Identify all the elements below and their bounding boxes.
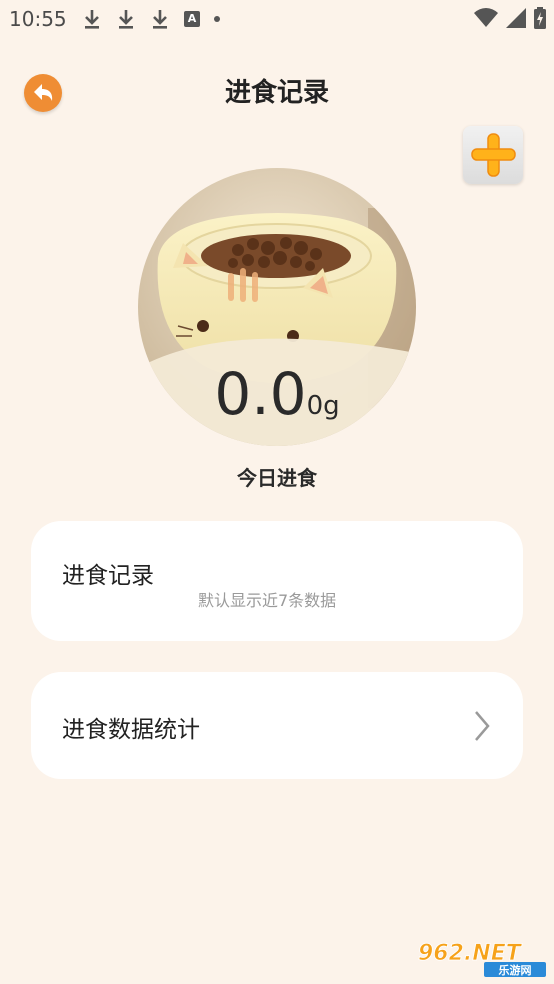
- feeding-stats-title: 进食数据统计: [62, 717, 200, 743]
- today-intake-label: 今日进食: [237, 466, 317, 490]
- chevron-right-icon: [475, 711, 490, 741]
- add-record-button[interactable]: [463, 126, 523, 184]
- download-icon: [85, 10, 99, 29]
- more-notifications-dot-icon: [214, 16, 220, 22]
- status-time: 10:55: [9, 7, 67, 31]
- today-intake-value: 0.0: [214, 360, 307, 428]
- a-app-icon: A: [184, 11, 200, 27]
- svg-text:乐游网: 乐游网: [499, 963, 532, 977]
- page-title: 进食记录: [224, 78, 329, 108]
- today-intake-display: 0.00g: [0, 360, 554, 428]
- status-bar: 10:55 A: [0, 0, 554, 38]
- download-icon: [153, 10, 167, 29]
- battery-charging-icon: [534, 7, 546, 29]
- download-icon: [119, 10, 133, 29]
- wifi-icon: [474, 8, 498, 27]
- feeding-records-subtitle: 默认显示近7条数据: [198, 591, 337, 610]
- today-intake-unit: 0g: [306, 391, 340, 421]
- feeding-records-card[interactable]: 进食记录 默认显示近7条数据: [31, 521, 523, 641]
- feeding-records-title: 进食记录: [62, 563, 154, 589]
- system-icons: [474, 7, 546, 29]
- notification-icons: A: [82, 8, 220, 30]
- signal-icon: [506, 8, 526, 28]
- plus-icon: [471, 133, 516, 177]
- feeding-stats-card[interactable]: 进食数据统计: [31, 672, 523, 779]
- watermark-logo: 962.NET 乐游网: [414, 936, 548, 978]
